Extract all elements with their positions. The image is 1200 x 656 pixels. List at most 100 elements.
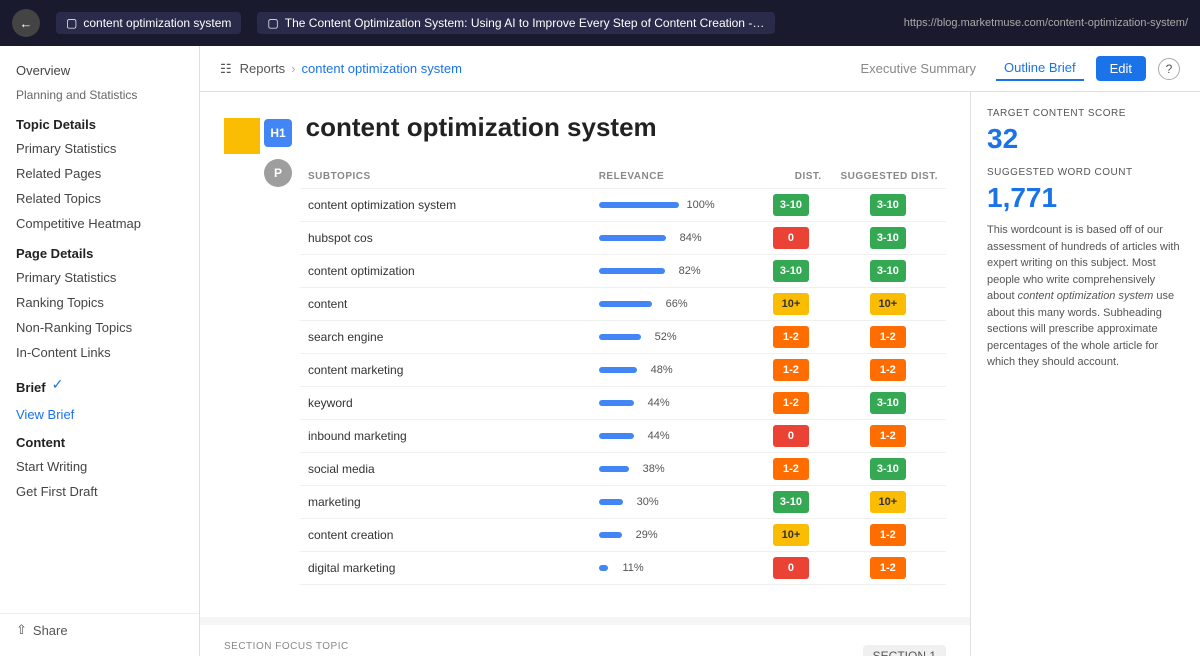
- word-count-value: 1,771: [987, 182, 1184, 214]
- topic-cell: social media: [300, 452, 591, 485]
- page-tab: ▢ The Content Optimization System: Using…: [257, 12, 774, 34]
- table-row: content optimization system 100% 3-10 3-…: [300, 188, 946, 221]
- table-row: content 66% 10+ 10+: [300, 287, 946, 320]
- sidebar-item-overview[interactable]: Overview: [0, 58, 199, 83]
- relevance-cell: 84%: [591, 221, 753, 254]
- topic-cell: marketing: [300, 485, 591, 518]
- header-actions: Executive Summary Outline Brief Edit ?: [852, 56, 1180, 81]
- page-url: https://blog.marketmuse.com/content-opti…: [904, 17, 1188, 29]
- topic-cell: content marketing: [300, 353, 591, 386]
- h1-badge: H1: [264, 119, 292, 147]
- topic-cell: keyword: [300, 386, 591, 419]
- sidebar-start-writing[interactable]: Start Writing: [0, 454, 199, 479]
- breadcrumb-current[interactable]: content optimization system: [302, 61, 462, 76]
- relevance-cell: 38%: [591, 452, 753, 485]
- suggested-cell: 3-10: [830, 221, 946, 254]
- sidebar-item-primary-stats[interactable]: Primary Statistics: [0, 136, 199, 161]
- suggested-cell: 1-2: [830, 320, 946, 353]
- edit-button[interactable]: Edit: [1096, 56, 1146, 81]
- sidebar-item-planning[interactable]: Planning and Statistics: [0, 83, 199, 107]
- table-row: hubspot cos 84% 0 3-10: [300, 221, 946, 254]
- right-panel: TARGET CONTENT SCORE 32 SUGGESTED WORD C…: [970, 92, 1200, 656]
- table-row: digital marketing 11% 0 1-2: [300, 551, 946, 584]
- suggested-cell: 10+: [830, 485, 946, 518]
- table-row: content creation 29% 10+ 1-2: [300, 518, 946, 551]
- sidebar-item-related-pages[interactable]: Related Pages: [0, 161, 199, 186]
- dist-cell: 1-2: [752, 320, 830, 353]
- suggested-cell: 3-10: [830, 452, 946, 485]
- dist-cell: 3-10: [752, 254, 830, 287]
- breadcrumb: Reports › content optimization system: [240, 61, 462, 76]
- sidebar-item-ranking-topics[interactable]: Ranking Topics: [0, 290, 199, 315]
- breadcrumb-reports[interactable]: Reports: [240, 61, 286, 76]
- topic-cell: search engine: [300, 320, 591, 353]
- brief-check-icon: ✓: [52, 376, 64, 393]
- suggested-cell: 1-2: [830, 419, 946, 452]
- reports-icon: ☷: [220, 61, 232, 77]
- dist-cell: 1-2: [752, 452, 830, 485]
- sidebar-item-related-topics[interactable]: Related Topics: [0, 186, 199, 211]
- topic-cell: content optimization system: [300, 188, 591, 221]
- section-focus: SECTION FOCUS TOPIC content optimization…: [200, 625, 970, 656]
- col-relevance: RELEVANCE: [591, 165, 753, 189]
- content-area: H1 content optimization system P SUBTOPI…: [200, 92, 1200, 656]
- dist-cell: 10+: [752, 518, 830, 551]
- dist-cell: 0: [752, 551, 830, 584]
- score-value: 32: [987, 123, 1184, 155]
- share-label: Share: [33, 623, 68, 638]
- relevance-cell: 100%: [591, 188, 753, 221]
- tab-outline-brief[interactable]: Outline Brief: [996, 56, 1084, 81]
- table-row: keyword 44% 1-2 3-10: [300, 386, 946, 419]
- score-label: TARGET CONTENT SCORE: [987, 108, 1184, 119]
- suggested-cell: 1-2: [830, 353, 946, 386]
- suggested-cell: 1-2: [830, 551, 946, 584]
- description-text: This wordcount is is based off of our as…: [987, 222, 1184, 371]
- subtopics-table: SUBTOPICS RELEVANCE DIST. SUGGESTED DIST…: [300, 165, 946, 585]
- relevance-cell: 11%: [591, 551, 753, 584]
- section-focus-label: SECTION FOCUS TOPIC: [224, 641, 468, 652]
- topic-cell: inbound marketing: [300, 419, 591, 452]
- table-row: search engine 52% 1-2 1-2: [300, 320, 946, 353]
- share-icon: ⇧: [16, 622, 27, 638]
- dist-cell: 0: [752, 221, 830, 254]
- p-badge: P: [264, 159, 292, 187]
- sidebar-item-competitive[interactable]: Competitive Heatmap: [0, 211, 199, 236]
- topic-cell: digital marketing: [300, 551, 591, 584]
- help-button[interactable]: ?: [1158, 58, 1180, 80]
- main-area: ☷ Reports › content optimization system …: [200, 46, 1200, 656]
- relevance-cell: 82%: [591, 254, 753, 287]
- word-count-label: SUGGESTED WORD COUNT: [987, 167, 1184, 178]
- relevance-cell: 44%: [591, 386, 753, 419]
- sidebar-get-draft[interactable]: Get First Draft: [0, 479, 199, 504]
- col-suggested: SUGGESTED DIST.: [830, 165, 946, 189]
- sidebar-brief-label: Brief: [16, 370, 46, 399]
- col-dist: DIST.: [752, 165, 830, 189]
- relevance-cell: 30%: [591, 485, 753, 518]
- sidebar-item-page-primary-stats[interactable]: Primary Statistics: [0, 265, 199, 290]
- tab-executive-summary[interactable]: Executive Summary: [852, 57, 984, 80]
- dist-cell: 0: [752, 419, 830, 452]
- sidebar: Overview Planning and Statistics Topic D…: [0, 46, 200, 656]
- topbar: ← ▢ content optimization system ▢ The Co…: [0, 0, 1200, 46]
- dist-cell: 1-2: [752, 386, 830, 419]
- main-layout: Overview Planning and Statistics Topic D…: [0, 46, 1200, 656]
- col-subtopics: SUBTOPICS: [300, 165, 591, 189]
- main-content: H1 content optimization system P SUBTOPI…: [200, 92, 970, 656]
- topic-cell: hubspot cos: [300, 221, 591, 254]
- page-title: The Content Optimization System: Using A…: [285, 16, 765, 30]
- suggested-cell: 10+: [830, 287, 946, 320]
- suggested-cell: 3-10: [830, 254, 946, 287]
- table-row: inbound marketing 44% 0 1-2: [300, 419, 946, 452]
- sidebar-brief-row: Brief ✓: [0, 365, 199, 404]
- relevance-cell: 29%: [591, 518, 753, 551]
- table-row: content marketing 48% 1-2 1-2: [300, 353, 946, 386]
- back-button[interactable]: ←: [12, 9, 40, 37]
- sidebar-group-page-details: Page Details: [0, 236, 199, 265]
- view-brief-link[interactable]: View Brief: [0, 404, 199, 425]
- sidebar-share[interactable]: ⇧ Share: [0, 613, 200, 646]
- sidebar-item-non-ranking[interactable]: Non-Ranking Topics: [0, 315, 199, 340]
- sidebar-item-in-content[interactable]: In-Content Links: [0, 340, 199, 365]
- table-row: social media 38% 1-2 3-10: [300, 452, 946, 485]
- table-row: content optimization 82% 3-10 3-10: [300, 254, 946, 287]
- relevance-cell: 44%: [591, 419, 753, 452]
